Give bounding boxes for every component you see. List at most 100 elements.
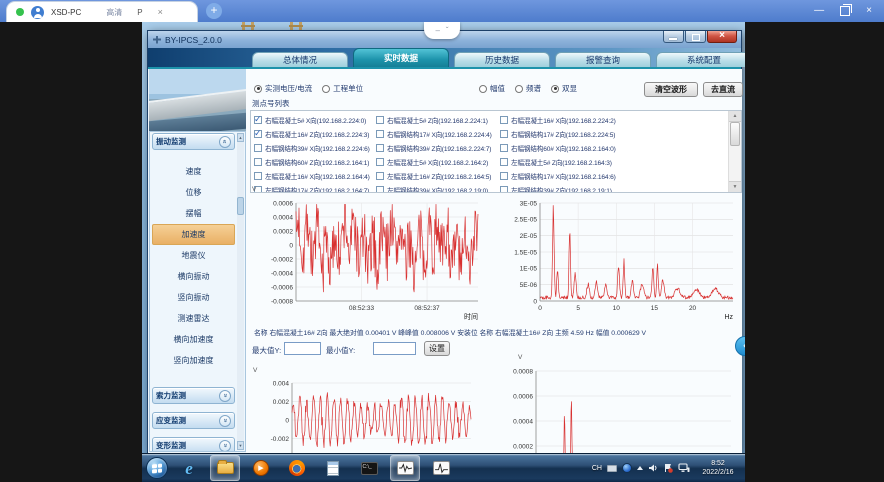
media-player-icon[interactable] — [246, 455, 276, 481]
sidebar-scrollbar[interactable]: ▲ ▼ — [237, 133, 244, 450]
command-prompt-icon[interactable] — [354, 455, 384, 481]
sidebar-item-横向加速度[interactable]: 横向加速度 — [152, 329, 235, 350]
display-radio-2[interactable]: 频谱 — [515, 83, 541, 94]
app-tab-4[interactable]: 报警查询 — [555, 52, 651, 67]
app-tab-5[interactable]: 系统配置 — [656, 52, 745, 67]
speaker-icon[interactable] — [648, 463, 658, 473]
checkbox-icon[interactable] — [376, 158, 384, 166]
app-maximize-button[interactable] — [685, 31, 706, 43]
max-y-input[interactable] — [284, 342, 321, 355]
checkbox-icon[interactable] — [500, 116, 508, 124]
point-checkbox-item[interactable]: 右幅钢结构39# Z向(192.168.2.224:7) — [376, 141, 500, 155]
file-explorer-icon[interactable] — [210, 455, 240, 481]
point-checkbox-item[interactable]: 左幅钢结构39# Z向(192.168.2.19:1) — [500, 183, 727, 193]
checkbox-icon[interactable] — [376, 130, 384, 138]
scroll-down-icon[interactable]: ▼ — [729, 181, 741, 192]
sidebar-item-摆幅[interactable]: 摆幅 — [152, 203, 235, 224]
checkbox-icon[interactable] — [376, 186, 384, 193]
quality-badge[interactable]: 高清 — [106, 7, 122, 18]
scrollbar-thumb[interactable] — [237, 197, 244, 215]
show-hidden-icons[interactable] — [637, 466, 643, 470]
sidebar-section-collapsed[interactable]: 变形监测» — [152, 437, 235, 452]
display-radio-1[interactable]: 幅值 — [479, 83, 505, 94]
collapse-icon[interactable]: » — [219, 136, 231, 148]
checkbox-checked-icon[interactable] — [254, 116, 262, 124]
checkbox-icon[interactable] — [500, 172, 508, 180]
start-button[interactable] — [146, 457, 168, 479]
internet-explorer-icon[interactable] — [174, 455, 204, 481]
waveform-app-2-icon[interactable] — [426, 455, 456, 481]
point-checkbox-item[interactable]: 左幅混凝土16# Z向(192.168.2.164:5) — [376, 169, 500, 183]
set-button[interactable]: 设置 — [424, 341, 450, 356]
unit-radio-1[interactable]: 实测电压/电流 — [254, 83, 312, 94]
sidebar-section-expanded[interactable]: 振动监测» — [152, 133, 235, 150]
sidebar-item-加速度[interactable]: 加速度 — [152, 224, 235, 245]
notepad-icon[interactable] — [318, 455, 348, 481]
sidebar-item-测速雷达[interactable]: 测速雷达 — [152, 308, 235, 329]
sidebar-item-地震仪[interactable]: 地震仪 — [152, 245, 235, 266]
client-restore-button[interactable] — [840, 6, 850, 16]
scroll-up-icon[interactable]: ▲ — [237, 133, 244, 142]
point-checkbox-item[interactable]: 右幅钢结构17# X向(192.168.2.224:4) — [376, 127, 500, 141]
sidebar-item-速度[interactable]: 速度 — [152, 161, 235, 182]
scrollbar-thumb[interactable] — [730, 122, 740, 146]
app-close-button[interactable] — [707, 31, 737, 43]
checkbox-checked-icon[interactable] — [254, 130, 262, 138]
remote-session-tab[interactable]: XSD-PC 高清 P × — [6, 1, 198, 22]
point-checkbox-item[interactable]: 右幅钢结构60# X向(192.168.2.164:0) — [500, 141, 727, 155]
scroll-up-icon[interactable]: ▲ — [729, 111, 741, 122]
point-checkbox-item[interactable]: 右幅混凝土16# X向(192.168.2.224:2) — [500, 113, 727, 127]
sidebar-section-collapsed[interactable]: 索力监测» — [152, 387, 235, 404]
expand-icon[interactable]: » — [219, 440, 231, 452]
tab-close-icon[interactable]: × — [158, 7, 163, 17]
session-toolbar-pill[interactable]: –ˇ — [424, 22, 460, 39]
app-tab-3[interactable]: 历史数据 — [454, 52, 550, 67]
new-tab-button[interactable]: + — [206, 3, 222, 19]
point-checkbox-item[interactable]: 左幅钢结构39# X向(192.168.2.19:0) — [376, 183, 500, 193]
point-checkbox-item[interactable]: 左幅钢结构17# X向(192.168.2.164:6) — [500, 169, 727, 183]
remove-dc-button[interactable]: 去直流 — [703, 82, 743, 97]
expand-icon[interactable]: » — [219, 415, 231, 427]
point-checkbox-item[interactable]: 右幅混凝土16# Z向(192.168.2.224:3) — [254, 127, 376, 141]
checkbox-icon[interactable] — [376, 172, 384, 180]
tray-app-icon[interactable] — [622, 463, 632, 473]
waveform-app-1-icon[interactable] — [390, 455, 420, 481]
keyboard-icon[interactable] — [607, 465, 617, 472]
point-checkbox-item[interactable]: 右幅钢结构39# X向(192.168.2.224:6) — [254, 141, 376, 155]
network-icon[interactable] — [678, 463, 690, 473]
checkbox-icon[interactable] — [254, 158, 262, 166]
taskbar-clock[interactable]: 8:52 2022/2/16 — [695, 459, 741, 478]
checkbox-icon[interactable] — [254, 144, 262, 152]
scroll-down-icon[interactable]: ▼ — [237, 441, 244, 450]
point-list-scrollbar[interactable]: ▲ ▼ — [728, 111, 741, 192]
checkbox-icon[interactable] — [254, 172, 262, 180]
point-checkbox-item[interactable]: 右幅钢结构17# Z向(192.168.2.224:5) — [500, 127, 727, 141]
sidebar-section-collapsed[interactable]: 应变监测» — [152, 412, 235, 429]
checkbox-icon[interactable] — [500, 130, 508, 138]
min-y-input[interactable] — [373, 342, 416, 355]
action-center-flag-icon[interactable] — [663, 463, 673, 473]
client-minimize-button[interactable]: — — [814, 3, 824, 19]
sidebar-item-竖向振动[interactable]: 竖向振动 — [152, 287, 235, 308]
tab-letter[interactable]: P — [137, 8, 142, 17]
sidebar-item-竖向加速度[interactable]: 竖向加速度 — [152, 350, 235, 371]
client-close-button[interactable]: × — [866, 3, 872, 19]
unit-radio-2[interactable]: 工程单位 — [322, 83, 363, 94]
firefox-icon[interactable] — [282, 455, 312, 481]
checkbox-icon[interactable] — [376, 116, 384, 124]
point-checkbox-item[interactable]: 右幅钢结构60# Z向(192.168.2.164:1) — [254, 155, 376, 169]
checkbox-icon[interactable] — [500, 158, 508, 166]
sidebar-item-位移[interactable]: 位移 — [152, 182, 235, 203]
point-checkbox-item[interactable]: 左幅混凝土5# X向(192.168.2.164:2) — [376, 155, 500, 169]
language-indicator[interactable]: CH — [592, 465, 602, 472]
checkbox-icon[interactable] — [376, 144, 384, 152]
checkbox-icon[interactable] — [500, 186, 508, 193]
clear-waveform-button[interactable]: 清空波形 — [644, 82, 698, 97]
point-checkbox-item[interactable]: 右幅混凝土5# Z向(192.168.2.224:1) — [376, 113, 500, 127]
point-checkbox-item[interactable]: 左幅钢结构17# Z向(192.168.2.164:7) — [254, 183, 376, 193]
expand-icon[interactable]: » — [219, 390, 231, 402]
app-minimize-button[interactable] — [663, 31, 684, 43]
display-radio-3[interactable]: 双显 — [551, 83, 577, 94]
point-checkbox-item[interactable]: 左幅混凝土16# X向(192.168.2.164:4) — [254, 169, 376, 183]
app-tab-1[interactable]: 总体情况 — [252, 52, 348, 67]
